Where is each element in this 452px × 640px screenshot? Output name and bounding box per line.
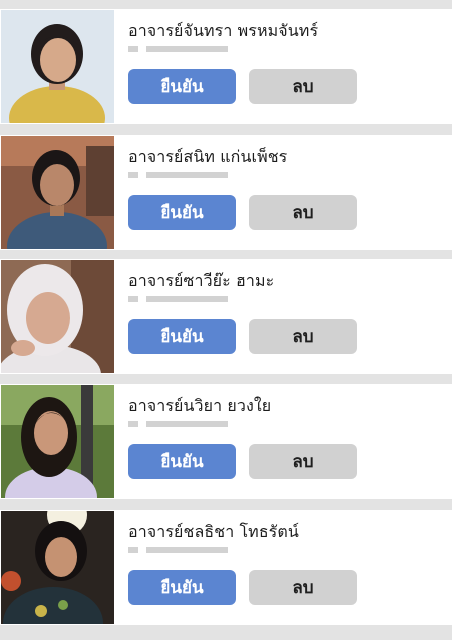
requester-name[interactable]: อาจารย์ซาวีย๊ะ ฮามะ: [128, 269, 274, 294]
mutual-friends-placeholder: [128, 296, 138, 302]
requester-name[interactable]: อาจารย์นวิยา ยวงใย: [128, 394, 271, 419]
friend-request-card: อาจารย์นวิยา ยวงใย ยืนยัน ลบ: [0, 384, 452, 499]
delete-button[interactable]: ลบ: [249, 319, 357, 354]
delete-button[interactable]: ลบ: [249, 570, 357, 605]
mutual-friends-placeholder: [146, 421, 228, 427]
mutual-friends-placeholder: [128, 172, 138, 178]
mutual-friends-placeholder: [146, 547, 228, 553]
profile-photo[interactable]: [1, 10, 114, 123]
mutual-friends-placeholder: [146, 172, 228, 178]
friend-request-card: อาจารย์จันทรา พรหมจันทร์ ยืนยัน ลบ: [0, 9, 452, 124]
friend-request-list: อาจารย์จันทรา พรหมจันทร์ ยืนยัน ลบ อาจาร…: [0, 0, 452, 640]
profile-photo[interactable]: [1, 511, 114, 624]
confirm-button[interactable]: ยืนยัน: [128, 319, 236, 354]
confirm-button[interactable]: ยืนยัน: [128, 69, 236, 104]
friend-request-card: อาจารย์ชลธิชา โทธรัตน์ ยืนยัน ลบ: [0, 510, 452, 625]
confirm-button[interactable]: ยืนยัน: [128, 444, 236, 479]
mutual-friends-placeholder: [128, 547, 138, 553]
requester-name[interactable]: อาจารย์สนิท แก่นเพ็ชร: [128, 145, 287, 170]
delete-button[interactable]: ลบ: [249, 69, 357, 104]
friend-request-card: อาจารย์สนิท แก่นเพ็ชร ยืนยัน ลบ: [0, 135, 452, 250]
profile-photo[interactable]: [1, 260, 114, 373]
confirm-button[interactable]: ยืนยัน: [128, 570, 236, 605]
mutual-friends-placeholder: [146, 296, 228, 302]
delete-button[interactable]: ลบ: [249, 444, 357, 479]
profile-photo[interactable]: [1, 136, 114, 249]
confirm-button[interactable]: ยืนยัน: [128, 195, 236, 230]
profile-photo[interactable]: [1, 385, 114, 498]
requester-name[interactable]: อาจารย์ชลธิชา โทธรัตน์: [128, 520, 299, 545]
mutual-friends-placeholder: [128, 421, 138, 427]
delete-button[interactable]: ลบ: [249, 195, 357, 230]
friend-request-card: อาจารย์ซาวีย๊ะ ฮามะ ยืนยัน ลบ: [0, 259, 452, 374]
requester-name[interactable]: อาจารย์จันทรา พรหมจันทร์: [128, 19, 318, 44]
mutual-friends-placeholder: [146, 46, 228, 52]
mutual-friends-placeholder: [128, 46, 138, 52]
